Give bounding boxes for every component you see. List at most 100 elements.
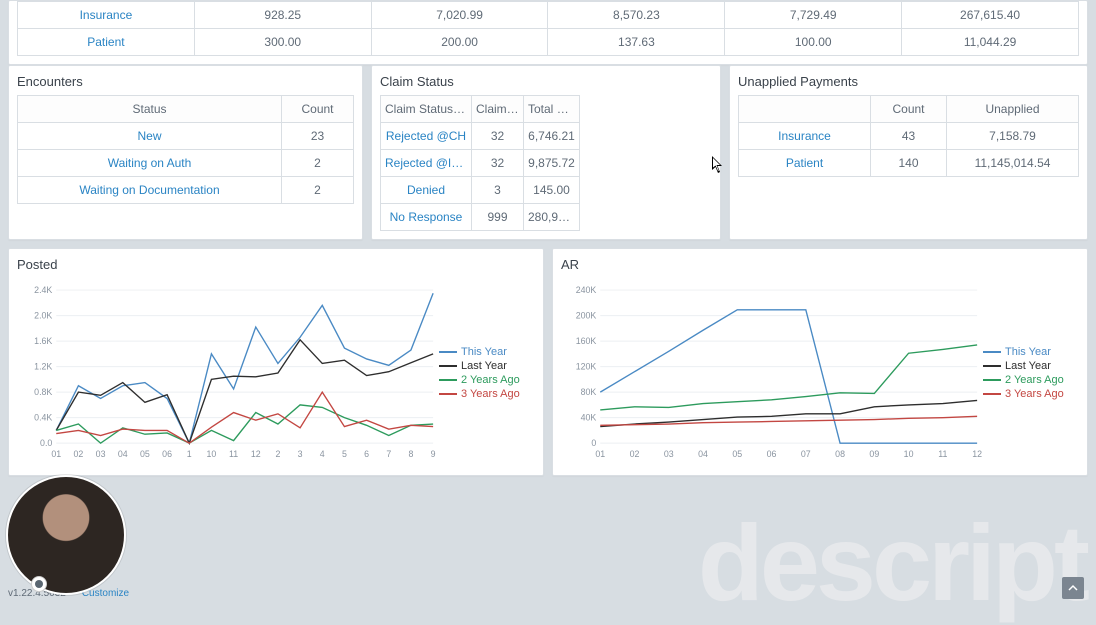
svg-text:0.4K: 0.4K — [34, 413, 52, 423]
claim-status-card: Claim Status Claim Status Description Cl… — [371, 65, 721, 240]
table-row: Denied3145.00 — [381, 177, 580, 204]
svg-text:200K: 200K — [576, 311, 597, 321]
svg-text:80K: 80K — [581, 387, 597, 397]
table-row: Rejected @CH326,746.21 — [381, 123, 580, 150]
claim-header-count: Claim Count — [472, 96, 524, 123]
claim-desc-link[interactable]: Rejected @INS — [381, 150, 472, 177]
unapplied-amount-cell: 7,158.79 — [947, 123, 1079, 150]
svg-text:12: 12 — [972, 449, 982, 459]
svg-text:08: 08 — [835, 449, 845, 459]
table-row: Rejected @INS329,875.72 — [381, 150, 580, 177]
claim-status-title: Claim Status — [372, 66, 720, 95]
claim-balance-cell: 6,746.21 — [524, 123, 580, 150]
table-row: Waiting on Documentation2 — [18, 177, 354, 204]
unapplied-count-cell: 140 — [871, 150, 947, 177]
ar-chart: 040K80K120K160K200K240K01020304050607080… — [561, 278, 983, 467]
svg-text:06: 06 — [767, 449, 777, 459]
top-row-cell: 928.25 — [194, 2, 371, 29]
posted-card: Posted 0.00.4K0.8K1.2K1.6K2.0K2.4K010203… — [8, 248, 544, 476]
unapplied-card: Unapplied Payments Count Unapplied Insur… — [729, 65, 1088, 240]
svg-text:11: 11 — [229, 449, 238, 459]
top-row-cell: 11,044.29 — [902, 29, 1079, 56]
svg-text:07: 07 — [801, 449, 811, 459]
top-row-cell: 137.63 — [548, 29, 725, 56]
table-row: No Response999280,962.86 — [381, 204, 580, 231]
unapplied-title: Unapplied Payments — [730, 66, 1087, 95]
unapplied-header-blank — [739, 96, 871, 123]
svg-text:2: 2 — [275, 449, 280, 459]
presenter-avatar — [6, 475, 126, 595]
top-row-cell: 7,729.49 — [725, 2, 902, 29]
claim-header-balance: Total Balance — [524, 96, 580, 123]
top-row-label[interactable]: Patient — [18, 29, 195, 56]
claim-desc-link[interactable]: Rejected @CH — [381, 123, 472, 150]
legend-this: This Year — [1005, 346, 1051, 358]
unapplied-header-unapplied: Unapplied — [947, 96, 1079, 123]
top-row-cell: 7,020.99 — [371, 2, 548, 29]
watermark: descript — [698, 500, 1086, 625]
svg-text:02: 02 — [630, 449, 640, 459]
legend-this: This Year — [461, 346, 507, 358]
table-row: Patient300.00200.00137.63100.0011,044.29 — [18, 29, 1079, 56]
encounters-title: Encounters — [9, 66, 362, 95]
claim-balance-cell: 145.00 — [524, 177, 580, 204]
svg-text:04: 04 — [698, 449, 708, 459]
svg-text:7: 7 — [386, 449, 391, 459]
top-row-cell: 300.00 — [194, 29, 371, 56]
svg-text:120K: 120K — [576, 362, 597, 372]
ar-card: AR 040K80K120K160K200K240K01020304050607… — [552, 248, 1088, 476]
claim-count-cell: 3 — [472, 177, 524, 204]
top-summary-card: Insurance928.257,020.998,570.237,729.492… — [8, 0, 1088, 65]
encounter-status-link[interactable]: Waiting on Documentation — [18, 177, 282, 204]
svg-text:02: 02 — [74, 449, 84, 459]
ar-legend: This Year Last Year 2 Years Ago 3 Years … — [983, 278, 1079, 467]
scroll-top-button[interactable] — [1062, 577, 1084, 599]
svg-text:03: 03 — [96, 449, 106, 459]
svg-text:3: 3 — [298, 449, 303, 459]
encounters-header-status: Status — [18, 96, 282, 123]
svg-text:5: 5 — [342, 449, 347, 459]
claim-balance-cell: 280,962.86 — [524, 204, 580, 231]
svg-text:2.0K: 2.0K — [34, 311, 52, 321]
svg-text:1.2K: 1.2K — [34, 362, 52, 372]
table-row: Patient14011,145,014.54 — [739, 150, 1079, 177]
svg-text:11: 11 — [938, 449, 947, 459]
claim-status-table: Claim Status Description Claim Count Tot… — [380, 95, 580, 231]
encounter-status-link[interactable]: Waiting on Auth — [18, 150, 282, 177]
unapplied-label-link[interactable]: Patient — [739, 150, 871, 177]
legend-3y: 3 Years Ago — [461, 388, 520, 400]
top-row-cell: 200.00 — [371, 29, 548, 56]
svg-text:10: 10 — [207, 449, 217, 459]
claim-desc-link[interactable]: Denied — [381, 177, 472, 204]
legend-last: Last Year — [1005, 360, 1051, 372]
top-summary-table: Insurance928.257,020.998,570.237,729.492… — [17, 1, 1079, 56]
encounter-count-cell: 2 — [282, 177, 354, 204]
svg-text:10: 10 — [904, 449, 914, 459]
claim-header-desc: Claim Status Description — [381, 96, 472, 123]
claim-desc-link[interactable]: No Response — [381, 204, 472, 231]
top-row-cell: 267,615.40 — [902, 2, 1079, 29]
top-row-label[interactable]: Insurance — [18, 2, 195, 29]
chevron-up-icon — [1068, 583, 1078, 593]
svg-text:12: 12 — [251, 449, 261, 459]
encounter-status-link[interactable]: New — [18, 123, 282, 150]
svg-text:9: 9 — [431, 449, 436, 459]
unapplied-header-count: Count — [871, 96, 947, 123]
svg-text:8: 8 — [408, 449, 413, 459]
table-row: Insurance437,158.79 — [739, 123, 1079, 150]
table-row: Waiting on Auth2 — [18, 150, 354, 177]
posted-legend: This Year Last Year 2 Years Ago 3 Years … — [439, 278, 535, 467]
svg-text:01: 01 — [51, 449, 61, 459]
claim-count-cell: 32 — [472, 123, 524, 150]
svg-text:4: 4 — [320, 449, 325, 459]
legend-last: Last Year — [461, 360, 507, 372]
svg-text:0.0: 0.0 — [40, 438, 52, 448]
unapplied-label-link[interactable]: Insurance — [739, 123, 871, 150]
claim-count-cell: 999 — [472, 204, 524, 231]
ar-title: AR — [553, 249, 1087, 278]
unapplied-table: Count Unapplied Insurance437,158.79Patie… — [738, 95, 1079, 177]
svg-text:6: 6 — [364, 449, 369, 459]
svg-text:1.6K: 1.6K — [34, 336, 52, 346]
claim-count-cell: 32 — [472, 150, 524, 177]
table-row: Insurance928.257,020.998,570.237,729.492… — [18, 2, 1079, 29]
